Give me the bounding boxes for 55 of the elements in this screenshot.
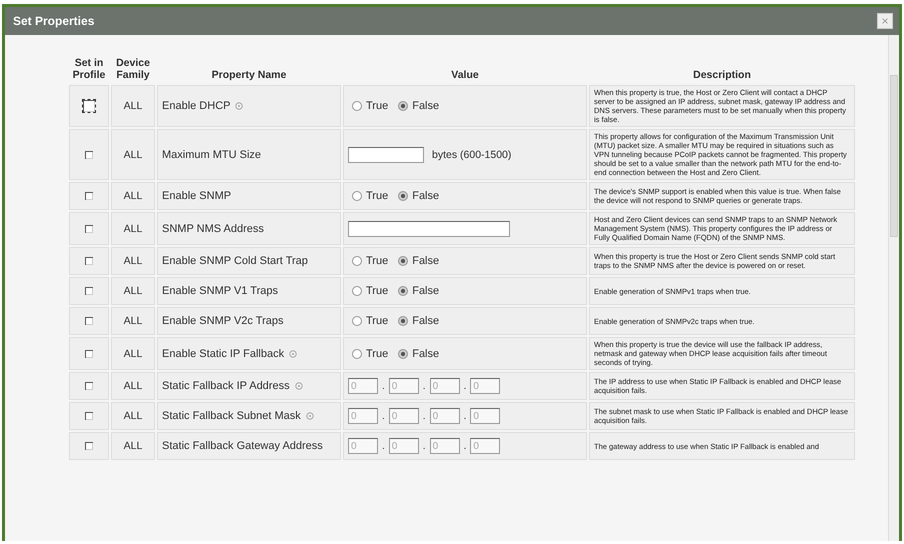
table-cell: ALL [111,432,155,460]
column-header: Property Name [210,68,288,83]
separator: . [464,440,466,452]
separator: . [422,410,426,422]
checkbox[interactable] [82,99,96,113]
scrollbar[interactable] [888,35,899,541]
property-name: Enable Static IP Fallback [162,348,284,360]
radio-option[interactable]: False [398,348,440,360]
radio-option[interactable]: False [398,315,440,327]
address-field[interactable] [348,220,510,236]
property-name: Maximum MTU Size [162,148,262,160]
separator: . [422,380,426,392]
column-header: Set in Profile [72,56,106,83]
radio-option[interactable]: False [398,100,440,112]
table-cell: ALL [111,182,155,210]
table-cell: ALL [111,307,155,335]
radio-option[interactable]: False [398,190,440,202]
radio-option[interactable]: True [352,100,388,112]
radio-option[interactable]: False [398,255,440,267]
separator: . [422,440,426,452]
property-name: Static Fallback IP Address [162,380,290,392]
radio-option[interactable]: True [352,348,388,360]
table-cell: ALL [111,402,155,430]
property-name: Enable SNMP V2c Traps [162,315,284,327]
separator: . [382,440,385,452]
table-cell: ALL [111,129,155,180]
radio-option[interactable]: True [352,285,388,297]
table-cell: ALL [111,212,155,245]
separator: . [464,380,466,392]
property-name: Enable SNMP V1 Traps [162,285,278,297]
property-name: Enable SNMP [162,190,232,202]
radio-option[interactable]: True [352,255,388,267]
close-button[interactable]: × [877,13,893,29]
mtu-field[interactable] [348,146,424,162]
table-cell: ALL [111,277,155,305]
property-name: Enable SNMP Cold Start Trap [162,255,308,267]
property-name: Static Fallback Gateway Address [162,440,323,452]
window-title: Set Properties [13,14,94,28]
separator: . [382,410,385,422]
separator: . [382,380,385,392]
separator: . [464,410,466,422]
property-name: Static Fallback Subnet Mask [162,410,301,422]
property-name: Enable DHCP [162,100,230,112]
table-cell: ALL [111,85,155,127]
table-cell: ALL [111,247,155,275]
radio-option[interactable]: True [352,315,388,327]
radio-option[interactable]: False [398,285,440,297]
unit-label: bytes (600-1500) [432,148,512,160]
column-header: Device Family [115,56,151,83]
column-header: Value [450,68,480,83]
property-name: SNMP NMS Address [162,222,264,234]
table-cell: ALL [111,372,155,400]
radio-option[interactable]: True [352,190,388,202]
column-header: Description [692,68,752,83]
table-cell: ALL [111,337,155,370]
